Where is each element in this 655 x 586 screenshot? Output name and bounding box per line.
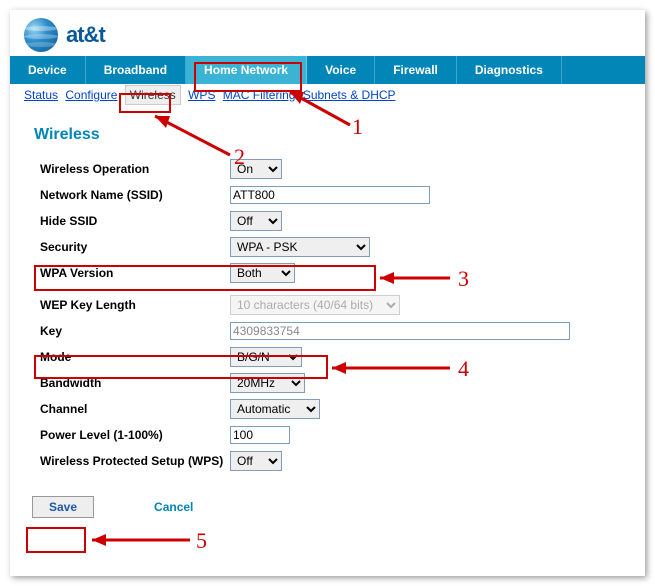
tab-diagnostics[interactable]: Diagnostics xyxy=(457,56,562,84)
input-power[interactable] xyxy=(230,426,290,444)
annot-box-5 xyxy=(26,527,86,553)
tab-broadband[interactable]: Broadband xyxy=(86,56,186,84)
label-wep-key-length: WEP Key Length xyxy=(40,298,230,312)
subnav-configure[interactable]: Configure xyxy=(65,88,117,102)
tab-firewall[interactable]: Firewall xyxy=(375,56,457,84)
label-wireless-operation: Wireless Operation xyxy=(40,162,230,176)
tab-device[interactable]: Device xyxy=(10,56,86,84)
subnav-status[interactable]: Status xyxy=(24,88,58,102)
subnav-wireless[interactable]: Wireless xyxy=(125,85,181,105)
tab-home-network[interactable]: Home Network xyxy=(186,56,307,84)
select-mode[interactable]: B/G/N xyxy=(230,347,302,367)
section-title: Wireless xyxy=(10,106,645,152)
label-power: Power Level (1-100%) xyxy=(40,428,230,442)
label-channel: Channel xyxy=(40,402,230,416)
select-channel[interactable]: Automatic xyxy=(230,399,320,419)
wireless-form: Wireless Operation On Network Name (SSID… xyxy=(10,152,645,474)
subnav-subnets-dhcp[interactable]: Subnets & DHCP xyxy=(303,88,396,102)
brand-text: at&t xyxy=(66,22,105,48)
label-security: Security xyxy=(40,240,230,254)
label-key: Key xyxy=(40,324,230,338)
select-hide-ssid[interactable]: Off xyxy=(230,211,282,231)
label-hide-ssid: Hide SSID xyxy=(40,214,230,228)
cancel-link[interactable]: Cancel xyxy=(154,500,193,514)
select-bandwidth[interactable]: 20MHz xyxy=(230,373,305,393)
select-wpa-version[interactable]: Both xyxy=(230,263,295,283)
select-wep-key-length: 10 characters (40/64 bits) xyxy=(230,295,400,315)
label-ssid: Network Name (SSID) xyxy=(40,188,230,202)
input-key[interactable] xyxy=(230,322,570,340)
select-security[interactable]: WPA - PSK xyxy=(230,237,370,257)
subnav-wps[interactable]: WPS xyxy=(188,88,215,102)
select-wireless-operation[interactable]: On xyxy=(230,159,282,179)
label-mode: Mode xyxy=(40,350,230,364)
main-tabs: Device Broadband Home Network Voice Fire… xyxy=(10,56,645,84)
annot-num-5: 5 xyxy=(196,528,207,554)
att-globe-icon xyxy=(24,18,58,52)
label-bandwidth: Bandwidth xyxy=(40,376,230,390)
label-wpa-version: WPA Version xyxy=(40,266,230,280)
label-wps: Wireless Protected Setup (WPS) xyxy=(40,455,230,468)
input-ssid[interactable] xyxy=(230,186,430,204)
subnav: Status Configure Wireless WPS MAC Filter… xyxy=(10,84,645,106)
logo-row: at&t xyxy=(10,10,645,56)
save-button[interactable]: Save xyxy=(32,496,94,518)
subnav-mac-filtering[interactable]: MAC Filtering xyxy=(223,88,296,102)
tab-voice[interactable]: Voice xyxy=(307,56,375,84)
select-wps[interactable]: Off xyxy=(230,451,282,471)
